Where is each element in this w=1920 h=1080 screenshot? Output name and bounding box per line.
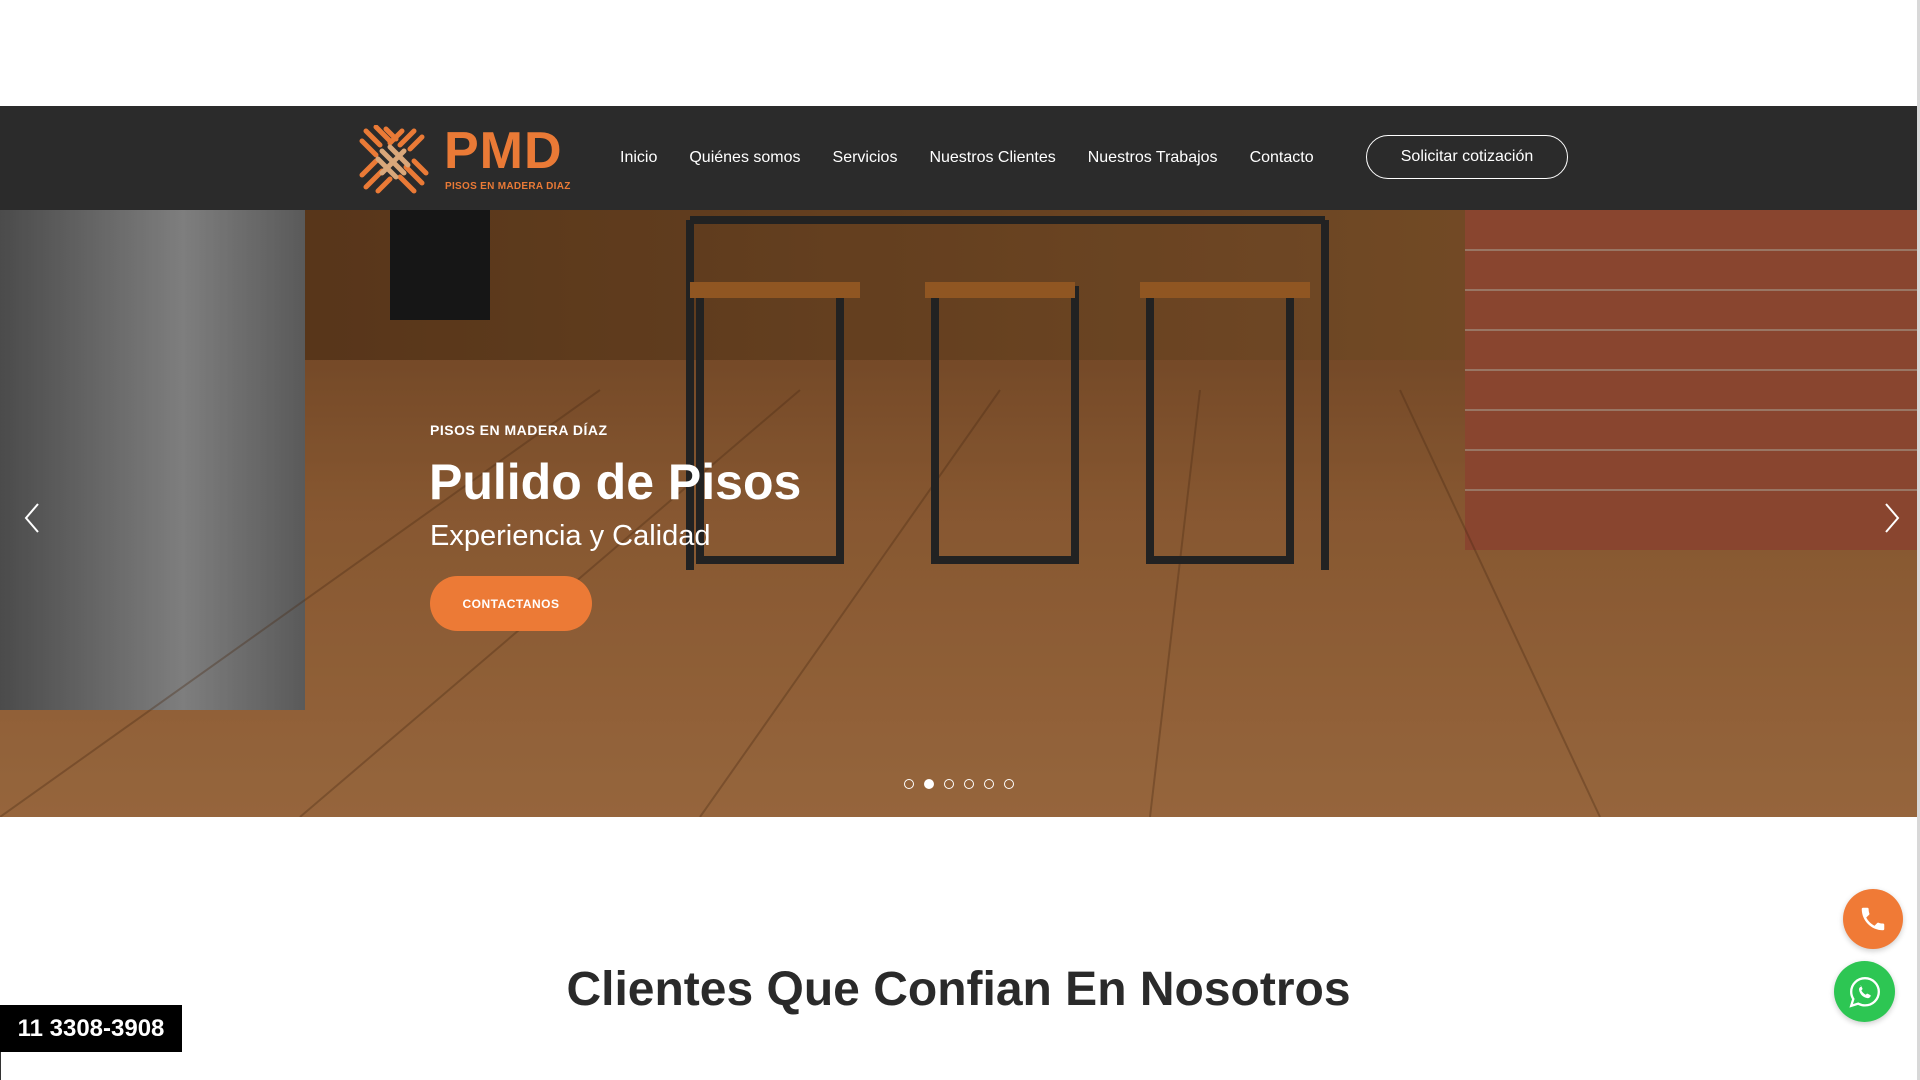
slider-dot[interactable] — [903, 779, 914, 789]
whatsapp-button[interactable] — [1834, 961, 1895, 1022]
nav-item-nuestros-clientes[interactable]: Nuestros Clientes — [929, 149, 1055, 167]
phone-number-badge[interactable]: 11 3308-3908 — [0, 1005, 182, 1052]
slider-dot[interactable] — [943, 779, 954, 789]
request-quote-button[interactable]: Solicitar cotización — [1366, 135, 1568, 179]
divider — [0, 1052, 1, 1080]
slider-dot[interactable] — [963, 779, 974, 789]
nav-item-quienes-somos[interactable]: Quiénes somos — [689, 149, 800, 167]
contact-cta-button[interactable]: CONTACTANOS — [430, 576, 592, 631]
brand-tagline: PISOS EN MADERA DIAZ — [445, 181, 571, 192]
nav-item-servicios[interactable]: Servicios — [833, 149, 898, 167]
main-nav: Inicio Quiénes somos Servicios Nuestros … — [620, 106, 1346, 210]
clients-section-title: Clientes Que Confian En Nosotros — [566, 962, 1351, 1016]
hero-slider: PISOS EN MADERA DÍAZ Pulido de Pisos Exp… — [0, 210, 1917, 817]
whatsapp-icon — [1848, 976, 1880, 1008]
logo-mark-icon — [359, 125, 429, 194]
slider-pagination — [0, 779, 1917, 789]
slider-next-arrow-icon[interactable] — [1876, 500, 1906, 536]
slider-prev-arrow-icon[interactable] — [18, 500, 48, 536]
nav-item-inicio[interactable]: Inicio — [620, 149, 657, 167]
hero-title: Pulido de Pisos — [429, 454, 802, 510]
nav-item-contacto[interactable]: Contacto — [1250, 149, 1314, 167]
hero-overlay — [0, 210, 1917, 817]
slider-dot[interactable] — [983, 779, 994, 789]
slider-dot[interactable] — [1003, 779, 1014, 789]
hero-kicker: PISOS EN MADERA DÍAZ — [430, 422, 608, 438]
brand-logo[interactable]: PMD PISOS EN MADERA DIAZ — [356, 121, 570, 197]
call-button[interactable] — [1843, 889, 1903, 949]
navbar: PMD PISOS EN MADERA DIAZ Inicio Quiénes … — [0, 106, 1917, 210]
nav-item-nuestros-trabajos[interactable]: Nuestros Trabajos — [1088, 149, 1218, 167]
brand-name: PMD — [444, 122, 563, 180]
hero-subtitle: Experiencia y Calidad — [430, 520, 711, 552]
slider-dot-active[interactable] — [923, 779, 934, 789]
phone-icon — [1861, 907, 1885, 931]
